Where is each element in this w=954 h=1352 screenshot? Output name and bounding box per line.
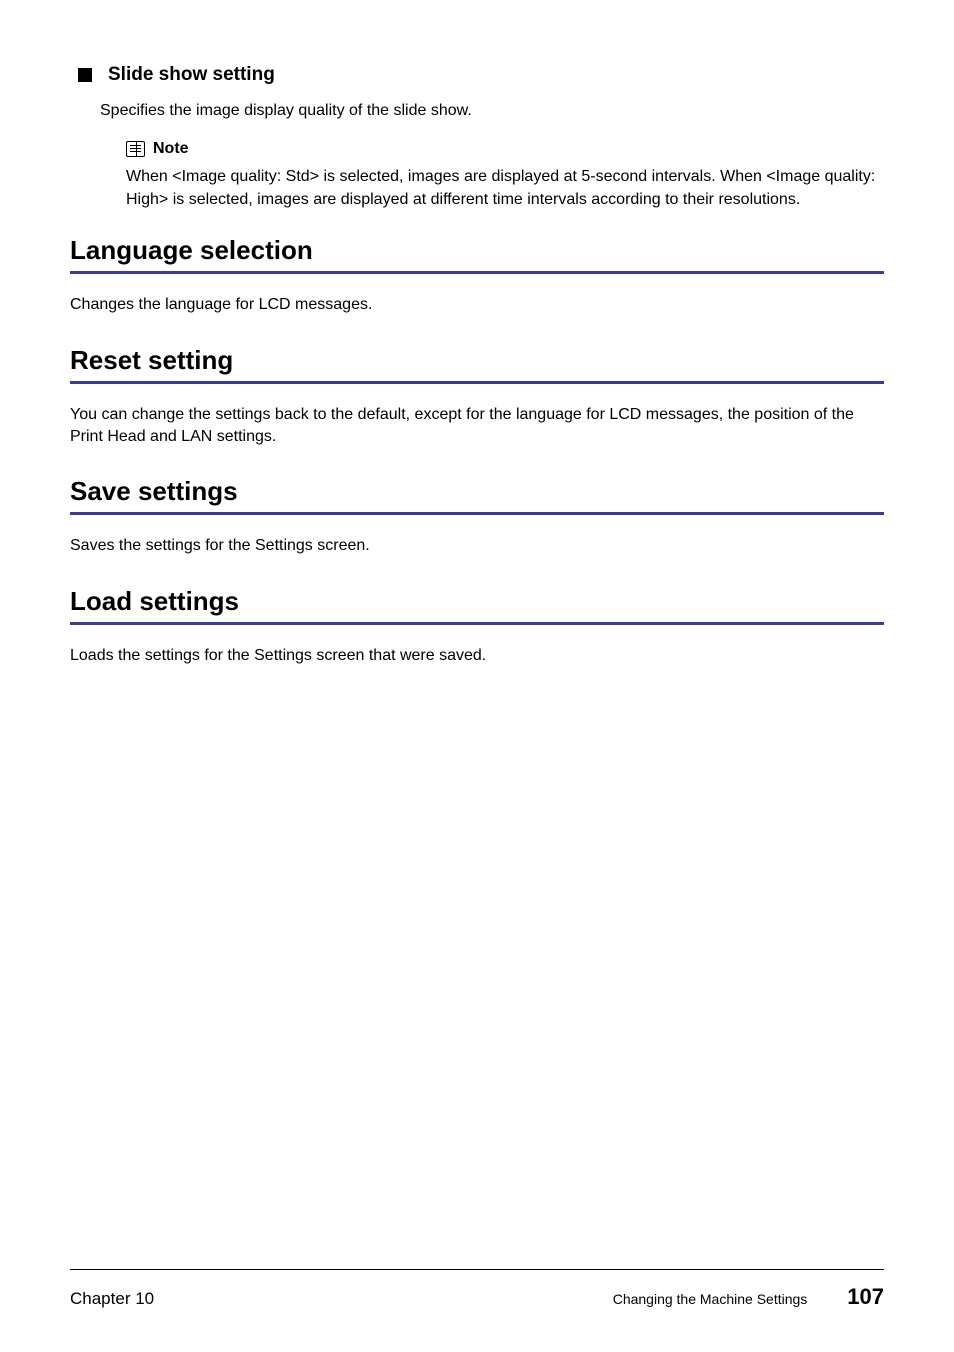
section-language-selection: Language selection Changes the language …: [70, 235, 884, 316]
footer-page-number: 107: [847, 1284, 884, 1310]
note-block: Note When <Image quality: Std> is select…: [126, 140, 884, 211]
section-body: Changes the language for LCD messages.: [70, 294, 884, 316]
section-reset-setting: Reset setting You can change the setting…: [70, 345, 884, 449]
footer-section-name: Changing the Machine Settings: [613, 1291, 808, 1307]
section-heading: Load settings: [70, 586, 884, 625]
section-heading: Reset setting: [70, 345, 884, 384]
note-label: Note: [153, 140, 189, 158]
subsection-header: Slide show setting: [70, 64, 884, 86]
note-icon: [126, 141, 145, 157]
subsection-body: Specifies the image display quality of t…: [100, 100, 884, 122]
footer-chapter: Chapter 10: [70, 1289, 154, 1309]
note-text: When <Image quality: Std> is selected, i…: [126, 166, 884, 211]
section-load-settings: Load settings Loads the settings for the…: [70, 586, 884, 667]
section-body: You can change the settings back to the …: [70, 404, 884, 449]
section-heading: Save settings: [70, 476, 884, 515]
note-header: Note: [126, 140, 884, 158]
square-bullet-icon: [78, 68, 92, 82]
page-footer: Chapter 10 Changing the Machine Settings…: [70, 1269, 884, 1310]
subsection-title: Slide show setting: [108, 64, 275, 86]
section-body: Loads the settings for the Settings scre…: [70, 645, 884, 667]
section-save-settings: Save settings Saves the settings for the…: [70, 476, 884, 557]
section-heading: Language selection: [70, 235, 884, 274]
section-body: Saves the settings for the Settings scre…: [70, 535, 884, 557]
page-content: Slide show setting Specifies the image d…: [0, 0, 954, 667]
footer-right: Changing the Machine Settings 107: [613, 1284, 884, 1310]
